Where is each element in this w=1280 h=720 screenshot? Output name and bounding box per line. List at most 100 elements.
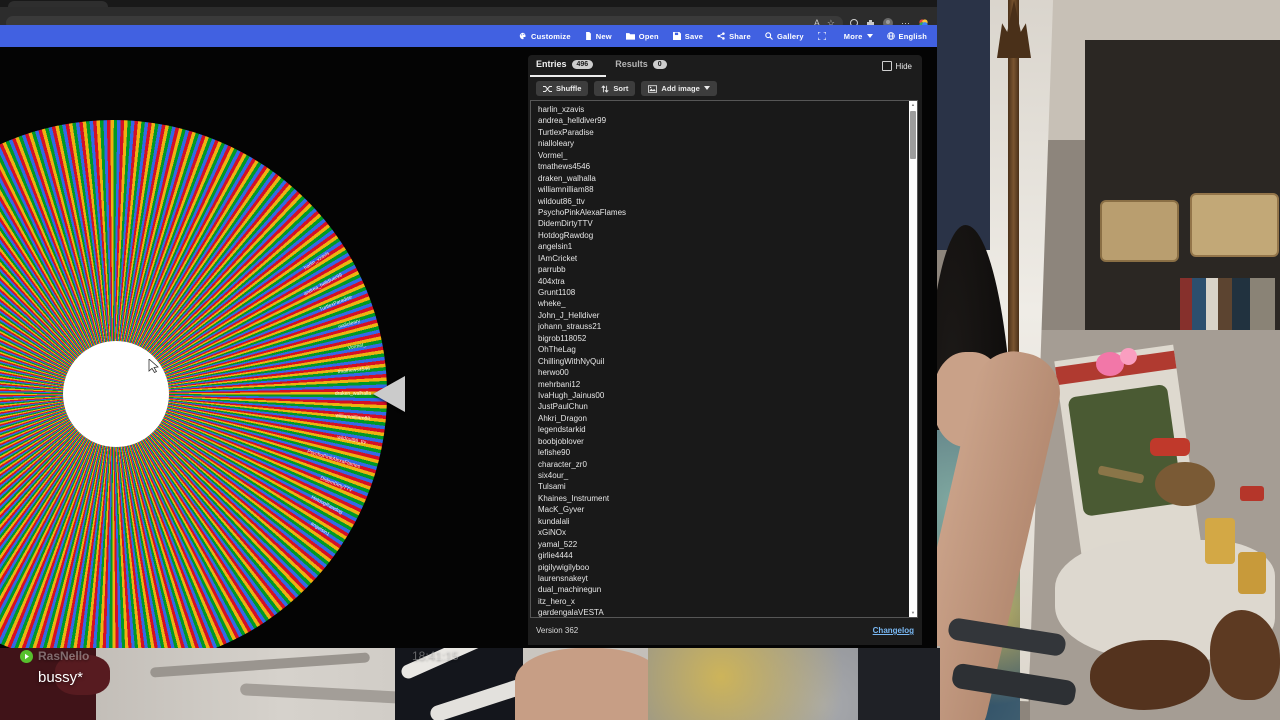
entries-listbox: harlin_xzavis andrea_helldiver99 TurtlexPa… bbox=[530, 100, 918, 618]
list-item[interactable]: dual_machinegun bbox=[538, 584, 905, 595]
share-label: Share bbox=[729, 31, 751, 41]
list-item[interactable]: williamnilliam88 bbox=[538, 184, 905, 195]
gallery-label: Gallery bbox=[776, 31, 804, 41]
tab-results[interactable]: Results 0 bbox=[615, 59, 667, 73]
list-item[interactable]: wildout86_ttv bbox=[538, 196, 905, 207]
sort-icon bbox=[601, 85, 609, 92]
entries-scrollbar[interactable]: ▲ ▼ bbox=[909, 101, 917, 617]
open-button[interactable]: Open bbox=[625, 31, 659, 41]
list-item[interactable]: PsychoPinkAlexaFlames bbox=[538, 207, 905, 218]
list-item[interactable]: bigrob118052 bbox=[538, 333, 905, 344]
tab-results-label: Results bbox=[615, 59, 648, 69]
chair-back bbox=[935, 0, 990, 250]
list-item[interactable]: IvaHugh_Jainus00 bbox=[538, 390, 905, 401]
list-item[interactable]: xGiNOx bbox=[538, 527, 905, 538]
browser-window: A ☆ ⋯ Customize New Open Save Share Gall… bbox=[0, 0, 937, 648]
list-item[interactable]: pigilywigilyboo bbox=[538, 562, 905, 573]
list-item[interactable]: girlie4444 bbox=[538, 550, 905, 561]
makeup-compact bbox=[1240, 486, 1264, 501]
list-item[interactable]: mehrbani12 bbox=[538, 379, 905, 390]
version-text: Version 362 bbox=[536, 626, 579, 635]
more-label: More bbox=[843, 31, 863, 41]
list-item[interactable]: laurensnakeyt bbox=[538, 573, 905, 584]
entries-list[interactable]: harlin_xzavis andrea_helldiver99 TurtlexPa… bbox=[538, 104, 905, 617]
new-button[interactable]: New bbox=[585, 32, 612, 41]
list-item[interactable]: TurtlexParadise bbox=[538, 127, 905, 138]
list-item[interactable]: yamal_522 bbox=[538, 539, 905, 550]
browser-address-bar: A ☆ ⋯ bbox=[0, 7, 937, 30]
list-item[interactable]: parrubb bbox=[538, 264, 905, 275]
list-item[interactable]: harlin_xzavis bbox=[538, 104, 905, 115]
more-button[interactable]: More bbox=[844, 32, 873, 41]
customize-label: Customize bbox=[531, 31, 571, 41]
open-label: Open bbox=[638, 31, 659, 41]
list-item[interactable]: Grunt1108 bbox=[538, 287, 905, 298]
changelog-link[interactable]: Changelog bbox=[873, 626, 914, 635]
list-item[interactable]: MacK_Gyver bbox=[538, 504, 905, 515]
wheel-hub[interactable] bbox=[63, 341, 169, 447]
list-item[interactable]: gardengalaVESTA bbox=[538, 607, 905, 617]
shuffle-icon bbox=[543, 85, 552, 92]
list-item[interactable]: legendstarkid bbox=[538, 424, 905, 435]
list-item[interactable]: angelsin1 bbox=[538, 241, 905, 252]
results-count-badge: 0 bbox=[652, 59, 667, 69]
list-item[interactable]: johann_strauss21 bbox=[538, 321, 905, 332]
list-item[interactable]: herwo00 bbox=[538, 367, 905, 378]
entries-panel: Entries 496 Results 0 Hide Shuffle Sort … bbox=[528, 55, 922, 645]
hide-checkbox[interactable]: Hide bbox=[881, 61, 912, 71]
save-button[interactable]: Save bbox=[672, 32, 703, 41]
list-item[interactable]: draken_walhalla bbox=[538, 173, 905, 184]
list-item[interactable]: wheke_ bbox=[538, 298, 905, 309]
browser-tab-strip bbox=[0, 0, 937, 7]
tab-entries[interactable]: Entries 496 bbox=[536, 59, 594, 73]
new-label: New bbox=[595, 31, 612, 41]
wheel-entry-label: draken_walhalla bbox=[334, 391, 371, 397]
list-item[interactable]: lefishe90 bbox=[538, 447, 905, 458]
entries-count-badge: 496 bbox=[571, 59, 594, 69]
scrollbar-thumb[interactable] bbox=[910, 111, 916, 159]
list-item[interactable]: andrea_helldiver99 bbox=[538, 115, 905, 126]
list-item[interactable]: six4our_ bbox=[538, 470, 905, 481]
list-item[interactable]: kundalali bbox=[538, 516, 905, 527]
list-item[interactable]: HotdogRawdog bbox=[538, 230, 905, 241]
hide-label: Hide bbox=[895, 61, 912, 71]
language-button[interactable]: English bbox=[886, 32, 928, 41]
add-image-button[interactable]: Add image bbox=[641, 81, 717, 96]
list-item[interactable]: OhTheLag bbox=[538, 344, 905, 355]
maroon-blanket bbox=[55, 655, 110, 695]
plush-toy bbox=[1155, 462, 1215, 506]
list-item[interactable]: Khaines_Instrument bbox=[538, 493, 905, 504]
list-item[interactable]: Vormel_ bbox=[538, 150, 905, 161]
scroll-up-icon[interactable]: ▲ bbox=[909, 101, 917, 109]
list-item[interactable]: John_J_Helldiver bbox=[538, 310, 905, 321]
share-button[interactable]: Share bbox=[717, 32, 751, 41]
scroll-down-icon[interactable]: ▼ bbox=[909, 609, 917, 617]
entries-actions: Shuffle Sort Add image bbox=[536, 81, 717, 96]
customize-button[interactable]: Customize bbox=[519, 32, 571, 41]
sort-button[interactable]: Sort bbox=[594, 81, 636, 96]
wheel-pointer-icon bbox=[373, 376, 405, 412]
list-item[interactable]: 404xtra bbox=[538, 276, 905, 287]
streamer-arm-lower bbox=[515, 648, 663, 720]
list-item[interactable]: JustPaulChun bbox=[538, 401, 905, 412]
list-item[interactable]: Tulsami bbox=[538, 481, 905, 492]
caret-down-icon bbox=[703, 86, 710, 90]
fullscreen-button[interactable] bbox=[817, 32, 830, 40]
tab-entries-label: Entries bbox=[536, 59, 567, 69]
shuffle-button[interactable]: Shuffle bbox=[536, 81, 589, 96]
list-item[interactable]: boobjoblover bbox=[538, 436, 905, 447]
list-item[interactable]: Ahkri_Dragon bbox=[538, 413, 905, 424]
list-item[interactable]: nialloleary bbox=[538, 138, 905, 149]
new-file-icon bbox=[585, 32, 591, 40]
dark-graphic bbox=[858, 648, 940, 720]
mouse-cursor-icon bbox=[148, 359, 159, 373]
list-item[interactable]: tmathews4546 bbox=[538, 161, 905, 172]
list-item[interactable]: IAmCricket bbox=[538, 253, 905, 264]
list-item[interactable]: itz_hero_x bbox=[538, 596, 905, 607]
wheel[interactable] bbox=[0, 120, 387, 648]
list-item[interactable]: DidemDirtyTTV bbox=[538, 218, 905, 229]
list-item[interactable]: character_zr0 bbox=[538, 459, 905, 470]
list-item[interactable]: ChillingWithNyQuil bbox=[538, 356, 905, 367]
sort-label: Sort bbox=[613, 84, 629, 93]
gallery-button[interactable]: Gallery bbox=[765, 32, 804, 41]
